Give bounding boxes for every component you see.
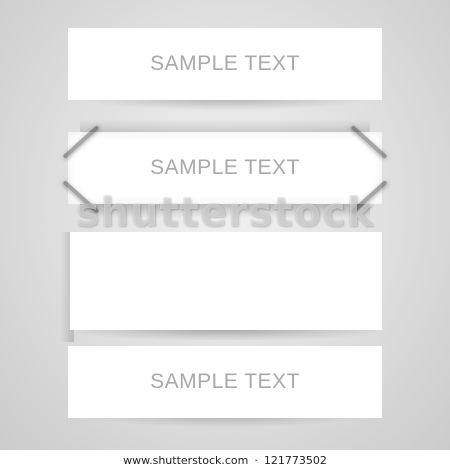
banner-2-top-shadow bbox=[80, 119, 370, 133]
banner-1-text: SAMPLE TEXT bbox=[150, 52, 300, 75]
footer-bar: www.shutterstock.com · 121773502 bbox=[0, 450, 450, 470]
banner-2-text: SAMPLE TEXT bbox=[150, 156, 300, 179]
footer-site: www.shutterstock.com bbox=[123, 453, 249, 467]
banner-2-bottom-shadow bbox=[80, 204, 370, 218]
banner-4-text: SAMPLE TEXT bbox=[150, 370, 300, 393]
banner-3 bbox=[70, 232, 382, 330]
footer-separator: · bbox=[254, 453, 258, 467]
banner-4: SAMPLE TEXT bbox=[68, 346, 382, 418]
artwork-canvas: SAMPLE TEXT SAMPLE TEXT SAMPLE TEXT shut… bbox=[0, 0, 450, 450]
banner-2: SAMPLE TEXT bbox=[68, 132, 382, 204]
footer-image-id: 121773502 bbox=[263, 453, 327, 467]
banner-1: SAMPLE TEXT bbox=[68, 28, 382, 100]
